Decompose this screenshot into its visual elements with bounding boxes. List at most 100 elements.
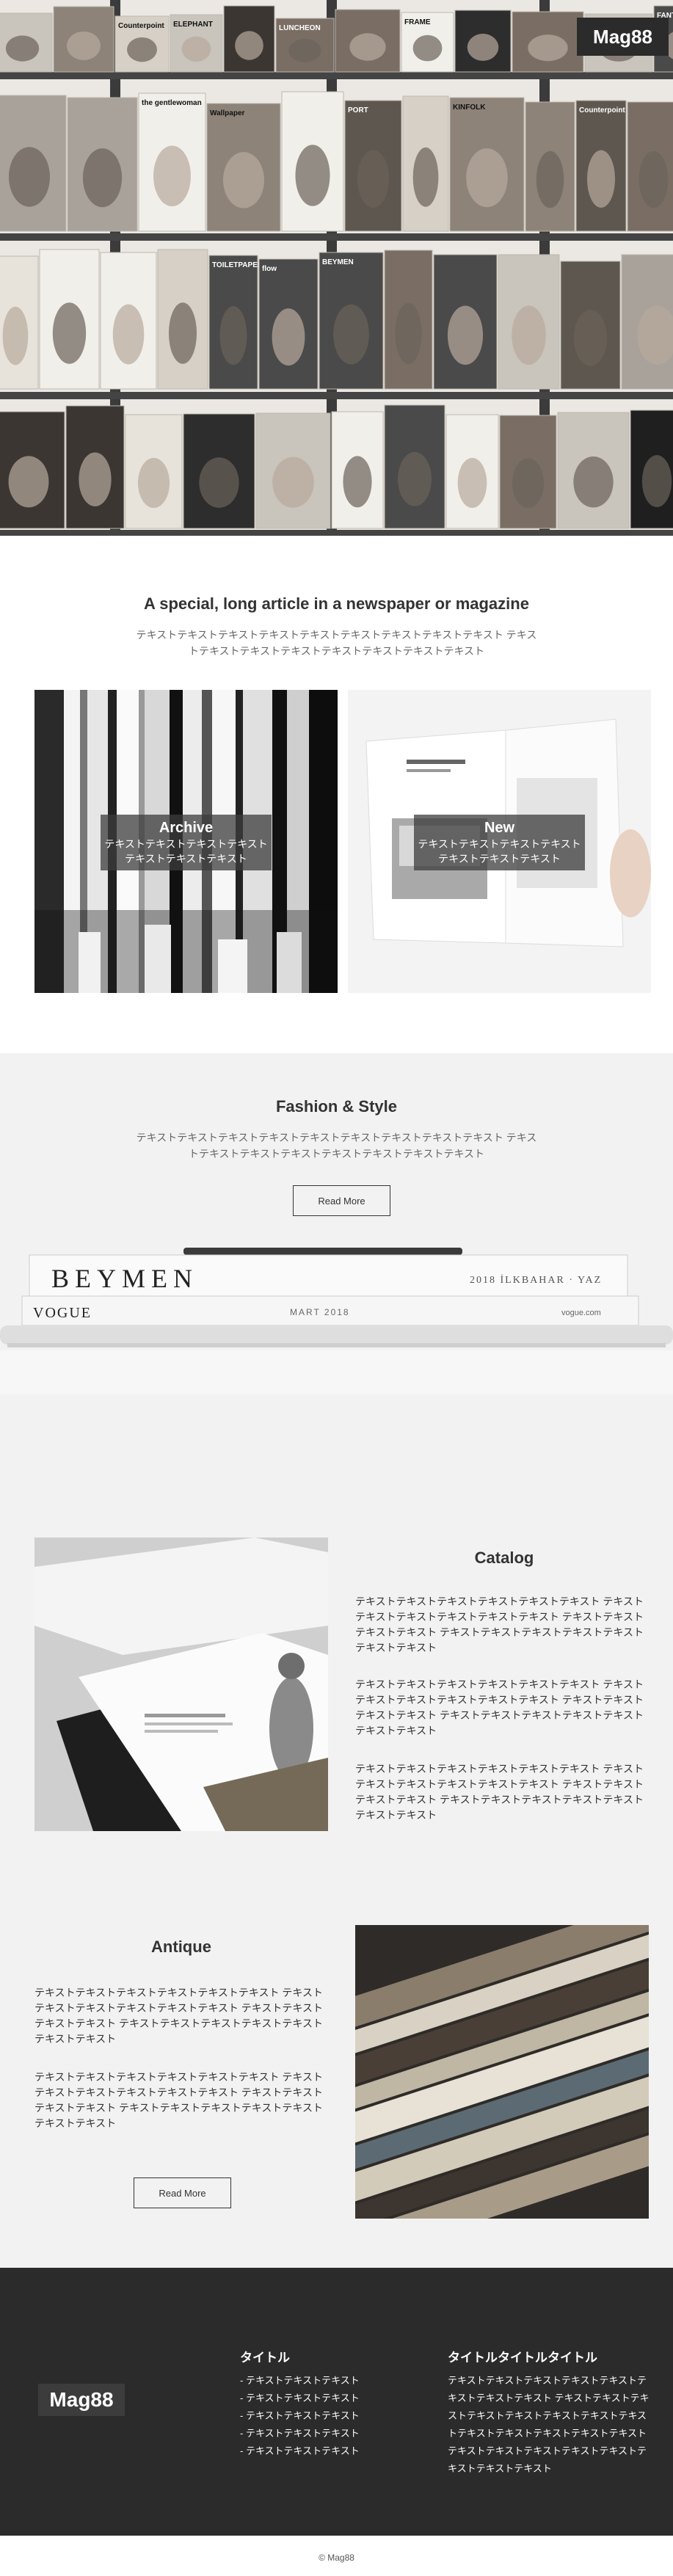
magazine-cover-title: Counterpoint xyxy=(118,22,164,30)
magazine-cover-photo xyxy=(5,35,40,62)
magazine-cover-title: ELEPHANT xyxy=(173,21,213,29)
footer-link[interactable]: - テキストテキストテキスト xyxy=(240,2407,360,2425)
magazine-cover-photo xyxy=(641,455,672,508)
magazine-cover-photo xyxy=(512,305,546,365)
magazine-cover-photo xyxy=(181,36,211,62)
archive-tile[interactable]: Archive テキストテキストテキストテキスト テキストテキストテキスト xyxy=(34,690,338,993)
fashion-section: Fashion & Style テキストテキストテキストテキストテキストテキスト… xyxy=(0,1053,673,1493)
magazine-cover-photo xyxy=(127,37,157,62)
magazine-cover-photo xyxy=(235,31,263,60)
magazine-cover-photo xyxy=(573,310,608,366)
magazine-cover-photo xyxy=(2,306,29,365)
magazine-cover-photo xyxy=(398,451,432,506)
footer-logo[interactable]: Mag88 xyxy=(38,2384,125,2416)
magazine-cover-photo xyxy=(82,148,123,208)
magazine-cover-photo xyxy=(395,302,422,364)
catalog-image xyxy=(34,1538,328,1831)
antique-paragraph-2: テキストテキストテキストテキストテキストテキスト テキストテキストテキストテキス… xyxy=(34,2071,323,2129)
magazine-cover-photo xyxy=(272,456,314,508)
magazine-cover-photo xyxy=(343,456,372,508)
magazine-cover-photo xyxy=(112,304,145,365)
intro-title: A special, long article in a newspaper o… xyxy=(144,594,529,613)
intro-section: A special, long article in a newspaper o… xyxy=(0,536,673,1035)
magazine-cover-photo xyxy=(447,305,484,365)
footer-col1-title: タイトル xyxy=(240,2351,290,2365)
magazine-cover-title: the gentlewoman xyxy=(142,99,202,107)
magazine-cover-photo xyxy=(288,38,321,62)
beymen-cover-title: BEYMEN xyxy=(51,1264,198,1293)
magazine-cover-photo xyxy=(199,457,239,508)
magazine-cover-photo xyxy=(8,456,49,508)
catalog-paragraph-2: テキストテキストテキストテキストテキストテキスト テキストテキストテキストテキス… xyxy=(355,1678,644,1736)
vogue-cover-title: VOGUE xyxy=(33,1305,92,1321)
magazine-cover-photo xyxy=(219,306,247,365)
vogue-cover-date: MART 2018 xyxy=(290,1307,350,1317)
magazine-cover-photo xyxy=(412,34,443,62)
footer-col2-text: テキストテキストテキストテキストテキストテキストテキストテキスト テキストテキス… xyxy=(448,2375,650,2474)
magazine-cover-photo xyxy=(52,302,87,364)
site-logo[interactable]: Mag88 xyxy=(577,18,669,56)
magazine-cover-photo xyxy=(349,33,386,61)
magazine-cover-photo xyxy=(153,145,191,207)
fashion-read-more-button[interactable]: Read More xyxy=(293,1185,390,1216)
footer-link[interactable]: - テキストテキストテキスト xyxy=(240,2390,360,2407)
magazine-cover-photo xyxy=(357,150,390,208)
magazine-cover-photo xyxy=(295,145,330,206)
catalog-title: Catalog xyxy=(474,1549,534,1567)
archive-text: テキストテキストテキストテキスト テキストテキストテキスト xyxy=(104,838,268,865)
fashion-title: Fashion & Style xyxy=(275,1097,398,1116)
footer-col2-title: タイトルタイトルタイトル xyxy=(448,2351,597,2365)
copyright-bar: © Mag88 xyxy=(0,2536,673,2576)
magazine-cover-photo xyxy=(333,304,369,365)
footer-link[interactable]: - テキストテキストテキスト xyxy=(240,2372,360,2390)
new-tile[interactable]: New テキストテキストテキストテキスト テキストテキストテキスト xyxy=(348,690,651,993)
magazine-cover-photo xyxy=(466,148,508,208)
archive-title: Archive xyxy=(159,820,214,836)
magazine-cover-title: Counterpoint xyxy=(579,106,625,114)
vogue-cover-url: vogue.com xyxy=(561,1309,601,1317)
antique-image xyxy=(355,1925,649,2219)
hero-magazine-shelf-image: CounterpointELEPHANTLUNCHEONFRAMECREPE C… xyxy=(0,0,673,536)
magazine-cover-photo xyxy=(536,150,564,208)
magazine-cover-photo xyxy=(573,456,614,508)
fashion-text: テキストテキストテキストテキストテキストテキストテキストテキストテキスト テキス… xyxy=(136,1132,537,1160)
magazine-cover-photo xyxy=(528,34,568,62)
magazine-cover-photo xyxy=(168,302,197,364)
magazine-cover-title: Wallpaper xyxy=(210,109,245,117)
footer-link[interactable]: - テキストテキストテキスト xyxy=(240,2442,360,2460)
new-text: テキストテキストテキストテキスト テキストテキストテキスト xyxy=(418,838,581,865)
site-footer: Mag88 タイトル - テキストテキストテキスト - テキストテキストテキスト… xyxy=(0,2268,673,2536)
magazine-cover-photo xyxy=(223,152,264,208)
catalog-paragraph-3: テキストテキストテキストテキストテキストテキスト テキストテキストテキストテキス… xyxy=(355,1763,644,1821)
magazine-cover-photo xyxy=(457,457,487,509)
antique-read-more-button[interactable]: Read More xyxy=(134,2177,231,2208)
magazine-cover-title: BEYMEN xyxy=(322,258,354,266)
magazine-cover-title: flow xyxy=(262,265,277,273)
antique-title: Antique xyxy=(151,1938,211,1956)
magazine-cover-photo xyxy=(67,31,101,60)
magazine-cover-photo xyxy=(9,147,50,207)
magazine-cover-photo xyxy=(137,457,170,509)
magazine-cover-title: PORT xyxy=(348,106,368,114)
magazine-cover-photo xyxy=(272,308,305,366)
magazine-cover-photo xyxy=(467,33,499,61)
magazine-cover-photo xyxy=(512,458,545,509)
magazine-cover-title: KINFOLK xyxy=(453,103,486,112)
footer-link[interactable]: - テキストテキストテキスト xyxy=(240,2425,360,2442)
magazine-cover-title: TOILETPAPER xyxy=(212,261,263,269)
catalog-paragraph-1: テキストテキストテキストテキストテキストテキスト テキストテキストテキストテキス… xyxy=(355,1596,644,1653)
catalog-section: Catalog テキストテキストテキストテキストテキストテキスト テキストテキス… xyxy=(0,1493,673,2268)
magazine-cover-title: LUNCHEON xyxy=(279,24,321,32)
copyright-text: © Mag88 xyxy=(319,2553,354,2563)
beymen-cover-side: 2018 İLKBAHAR · YAZ xyxy=(470,1274,602,1286)
magazine-cover-photo xyxy=(586,150,616,208)
archive-caption: Archive テキストテキストテキストテキスト テキストテキストテキスト xyxy=(101,815,272,870)
antique-paragraph-1: テキストテキストテキストテキストテキストテキスト テキストテキストテキストテキス… xyxy=(34,1987,323,2045)
new-title: New xyxy=(484,820,515,836)
magazine-cover-photo xyxy=(639,150,669,208)
fashion-magazines-image: BEYMEN 2018 İLKBAHAR · YAZ VOGUE MART 20… xyxy=(0,1248,673,1394)
hero-section: CounterpointELEPHANTLUNCHEONFRAMECREPE C… xyxy=(0,0,673,536)
magazine-cover-title: FRAME xyxy=(404,18,431,26)
magazine-cover-photo xyxy=(412,147,439,207)
new-caption: New テキストテキストテキストテキスト テキストテキストテキスト xyxy=(414,815,585,870)
